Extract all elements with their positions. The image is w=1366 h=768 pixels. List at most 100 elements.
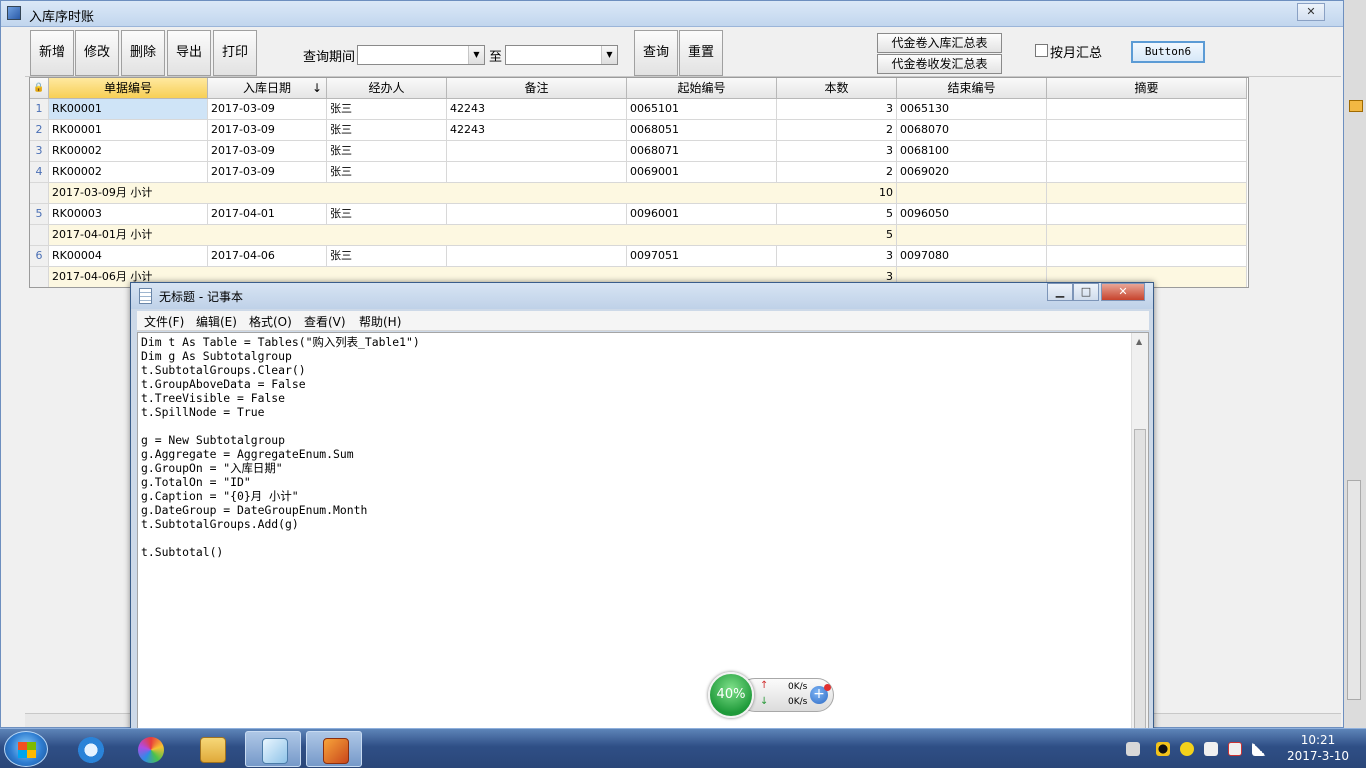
grid-cell[interactable]: 2 [777, 162, 897, 183]
table-row[interactable]: 6 RK00004 2017-04-06 张三 0097051 3 0097080 [30, 246, 1248, 267]
edit-button[interactable]: 修改 [75, 30, 119, 76]
grid-cell[interactable]: 2017-03-09 [208, 120, 327, 141]
taskbar-ie[interactable] [62, 731, 118, 767]
code-line[interactable]: g = New Subtotalgroup [141, 433, 420, 447]
grid-cell[interactable]: RK00001 [49, 120, 208, 141]
code-line[interactable]: g.DateGroup = DateGroupEnum.Month [141, 503, 420, 517]
code-line[interactable]: t.GroupAboveData = False [141, 377, 420, 391]
code-line[interactable]: t.SubtotalGroups.Clear() [141, 363, 420, 377]
grid-cell[interactable]: 张三 [327, 204, 447, 225]
grid-cell[interactable]: 2017-04-06 [208, 246, 327, 267]
grid-cell[interactable] [447, 204, 627, 225]
qq-icon[interactable] [1156, 742, 1170, 756]
grid-cell[interactable]: 张三 [327, 99, 447, 120]
grid-cell[interactable]: 0097051 [627, 246, 777, 267]
background-scrollbar[interactable] [1347, 480, 1361, 700]
taskbar-color[interactable] [122, 731, 178, 767]
table-row[interactable]: 4 RK00002 2017-03-09 张三 0069001 2 0069020 [30, 162, 1248, 183]
grid-cell[interactable]: 0068051 [627, 120, 777, 141]
code-line[interactable]: t.SpillNode = True [141, 405, 420, 419]
code-line[interactable]: t.SubtotalGroups.Add(g) [141, 517, 420, 531]
close-window-icon[interactable]: ✕ [1297, 3, 1325, 21]
column-header[interactable]: 入库日期 ↓ [208, 78, 327, 99]
network-signal-icon[interactable] [1252, 742, 1266, 756]
grid-cell[interactable] [1047, 225, 1247, 246]
voucher-in-summary-button[interactable]: 代金卷入库汇总表 [877, 33, 1002, 53]
clock[interactable]: 10:21 2017-3-10 [1280, 732, 1356, 764]
grid-cell[interactable] [1047, 246, 1247, 267]
grid-cell[interactable]: 42243 [447, 99, 627, 120]
grid-cell[interactable] [447, 246, 627, 267]
text-editor[interactable]: Dim t As Table = Tables("购入列表_Table1") Di… [137, 332, 1149, 730]
code-line[interactable]: g.Caption = "{0}月 小计" [141, 489, 420, 503]
row-number[interactable]: 2 [30, 120, 49, 141]
grid-cell[interactable]: 0069020 [897, 162, 1047, 183]
button6[interactable]: Button6 [1131, 41, 1205, 63]
column-header[interactable]: 本数 [777, 78, 897, 99]
grid-cell[interactable]: 张三 [327, 120, 447, 141]
subtotal-row[interactable]: 2017-04-01月 小计 5 [30, 225, 1248, 246]
taskbar-explorer[interactable] [184, 731, 240, 767]
minimize-icon[interactable]: ▁ [1047, 283, 1073, 301]
chevron-down-icon[interactable]: ▼ [601, 46, 617, 64]
table-row[interactable]: 2 RK00001 2017-03-09 张三 42243 0068051 2 0068070 [30, 120, 1248, 141]
query-button[interactable]: 查询 [634, 30, 678, 76]
grid-cell[interactable]: 0069001 [627, 162, 777, 183]
grid-cell[interactable]: 2017-04-01 [208, 204, 327, 225]
grid-cell[interactable]: 0068071 [627, 141, 777, 162]
lock-icon[interactable]: 🔒 [30, 78, 49, 99]
code-line[interactable]: g.Aggregate = AggregateEnum.Sum [141, 447, 420, 461]
grid-cell[interactable]: 0096050 [897, 204, 1047, 225]
grid-cell[interactable]: RK00004 [49, 246, 208, 267]
grid-cell[interactable]: 3 [777, 246, 897, 267]
row-number[interactable] [30, 267, 49, 287]
data-grid[interactable]: 🔒 单据编号 入库日期 ↓ 经办人 备注 起始编号 本数 结束编号 摘要 1 RK00001 2017-… [29, 77, 1249, 288]
code-line[interactable]: g.GroupOn = "入库日期" [141, 461, 420, 475]
grid-cell[interactable]: RK00002 [49, 162, 208, 183]
grid-cell[interactable]: 3 [777, 141, 897, 162]
start-button[interactable] [4, 731, 48, 767]
row-number[interactable] [30, 225, 49, 246]
grid-cell[interactable]: 2017-03-09 [208, 162, 327, 183]
row-number[interactable]: 4 [30, 162, 49, 183]
grid-cell[interactable]: 0096001 [627, 204, 777, 225]
grid-cell[interactable]: 2017-03-09 [208, 141, 327, 162]
table-row[interactable]: 1 RK00001 2017-03-09 张三 42243 0065101 3 0065130 [30, 99, 1248, 120]
subtotal-row[interactable]: 2017-03-09月 小计 10 [30, 183, 1248, 204]
device-icon[interactable] [1204, 742, 1218, 756]
grid-cell[interactable]: 0065130 [897, 99, 1047, 120]
voucher-io-summary-button[interactable]: 代金卷收发汇总表 [877, 54, 1002, 74]
grid-cell[interactable] [1047, 120, 1247, 141]
menu-view[interactable]: 查看(V) [304, 313, 346, 330]
code-line[interactable] [141, 419, 420, 433]
code-line[interactable]: g.TotalOn = "ID" [141, 475, 420, 489]
grid-cell[interactable]: 张三 [327, 246, 447, 267]
pin-icon[interactable] [1349, 100, 1363, 112]
menu-edit[interactable]: 编辑(E) [196, 313, 237, 330]
grid-cell[interactable]: 3 [777, 99, 897, 120]
table-row[interactable]: 5 RK00003 2017-04-01 张三 0096001 5 0096050 [30, 204, 1248, 225]
column-header[interactable]: 摘要 [1047, 78, 1247, 99]
period-from-select[interactable]: ▼ [357, 45, 485, 65]
menu-format[interactable]: 格式(O) [249, 313, 292, 330]
print-button[interactable]: 打印 [213, 30, 257, 76]
reset-button[interactable]: 重置 [679, 30, 723, 76]
column-header[interactable]: 起始编号 [627, 78, 777, 99]
taskbar-notepad[interactable] [245, 731, 301, 767]
code-line[interactable]: t.TreeVisible = False [141, 391, 420, 405]
menu-help[interactable]: 帮助(H) [359, 313, 401, 330]
grid-cell[interactable]: 0068100 [897, 141, 1047, 162]
close-icon[interactable]: ✕ [1101, 283, 1145, 301]
keyboard-icon[interactable] [1126, 742, 1140, 756]
code-line[interactable]: t.Subtotal() [141, 545, 420, 559]
grid-cell[interactable] [1047, 162, 1247, 183]
grid-cell[interactable]: 5 [777, 204, 897, 225]
network-speed-widget[interactable]: 40% ↑ ↓ 0K/s 0K/s + [708, 672, 836, 718]
scroll-thumb[interactable] [1134, 429, 1146, 729]
grid-cell[interactable]: 张三 [327, 162, 447, 183]
menu-file[interactable]: 文件(F) [144, 313, 184, 330]
scroll-up-icon[interactable]: ▲ [1136, 337, 1142, 346]
grid-cell[interactable] [897, 225, 1047, 246]
row-number[interactable] [30, 183, 49, 204]
grid-cell[interactable]: 0065101 [627, 99, 777, 120]
